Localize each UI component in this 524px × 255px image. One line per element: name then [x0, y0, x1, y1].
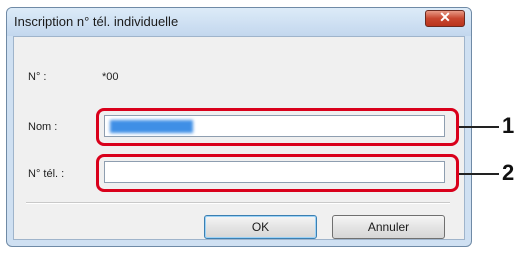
callout-line-1: [459, 126, 499, 128]
close-button[interactable]: ✕: [425, 9, 465, 27]
close-icon: ✕: [439, 9, 451, 25]
callout-number-1: 1: [502, 113, 515, 138]
name-label: Nom :: [28, 121, 58, 133]
title-bar[interactable]: Inscription n° tél. individuelle ✕: [7, 8, 471, 36]
cancel-button[interactable]: Annuler: [332, 215, 445, 239]
separator: [26, 202, 450, 204]
number-label: N° :: [28, 71, 47, 83]
callout-number-2: 2: [502, 160, 515, 185]
ok-button[interactable]: OK: [204, 215, 317, 239]
phone-label: N° tél. :: [28, 168, 65, 180]
dialog-title: Inscription n° tél. individuelle: [14, 14, 179, 29]
name-field-highlight: [96, 108, 459, 146]
phone-field-highlight: [96, 154, 459, 192]
number-value: *00: [102, 71, 119, 83]
callout-line-2: [459, 173, 499, 175]
